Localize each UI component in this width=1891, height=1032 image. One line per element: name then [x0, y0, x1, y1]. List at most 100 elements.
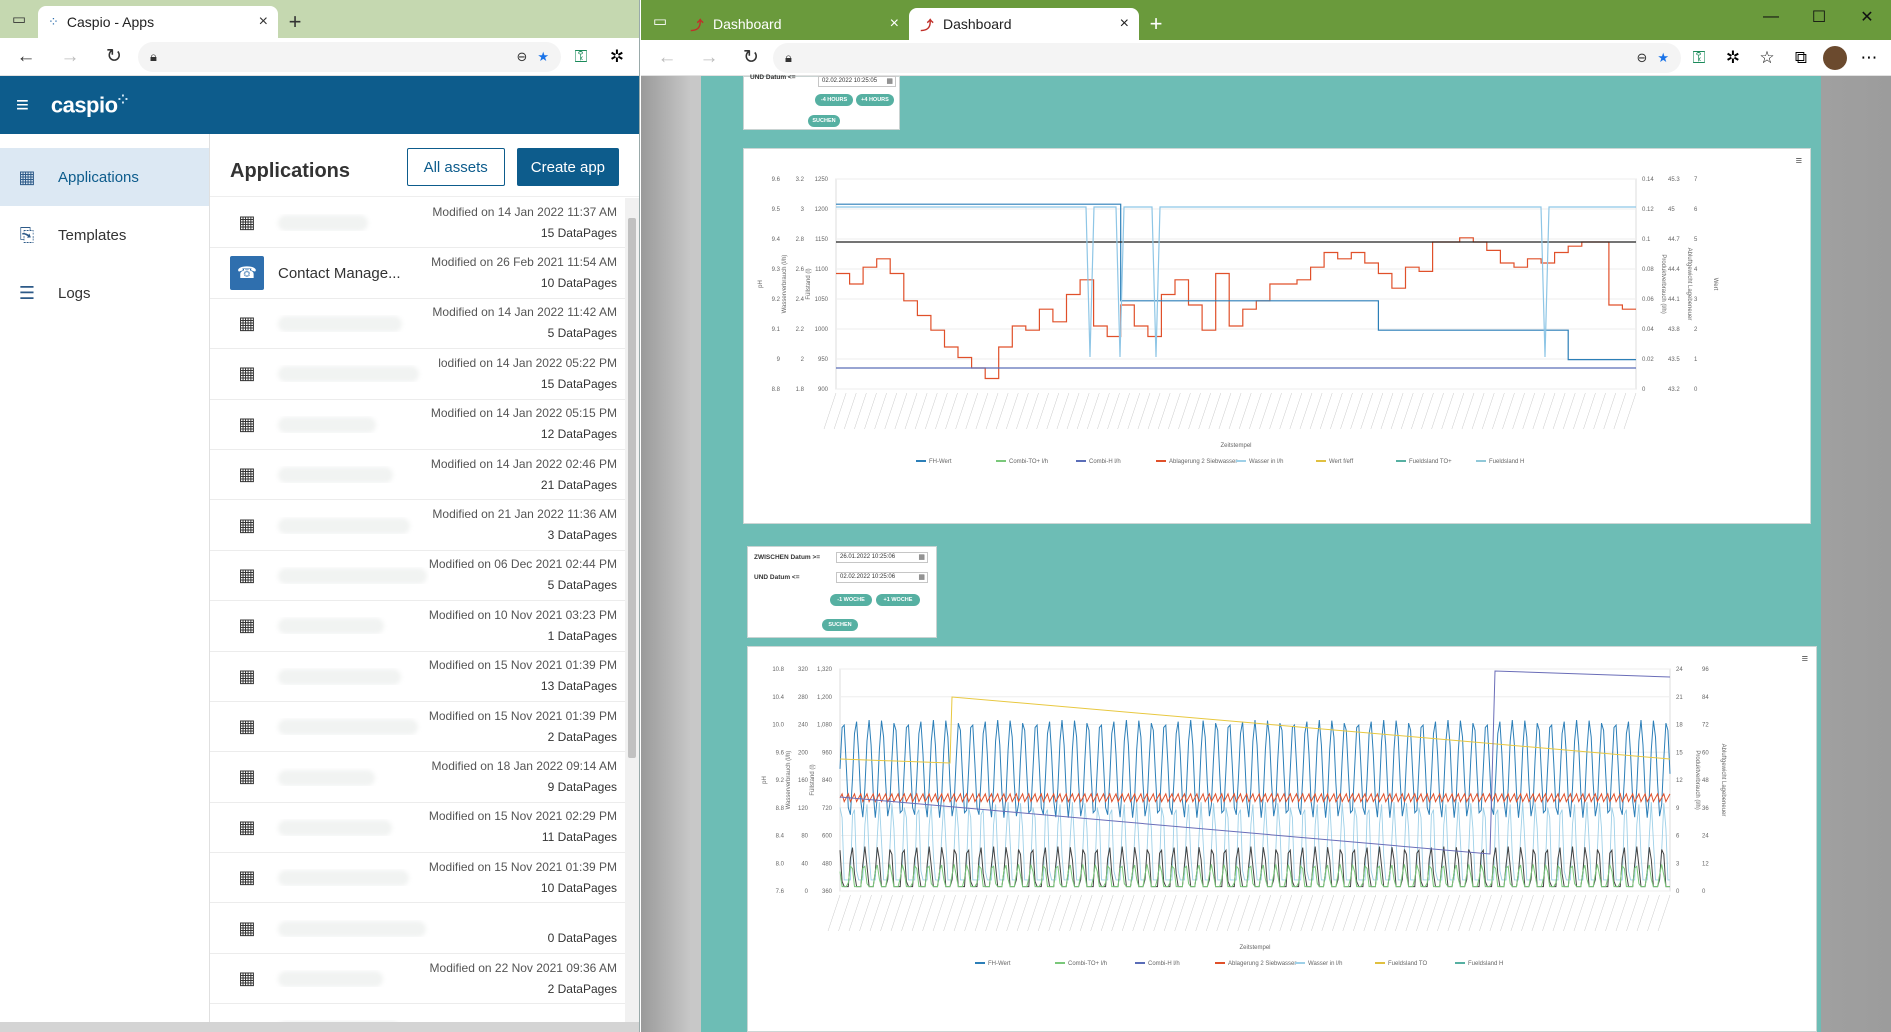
legend-item[interactable]: Fueldsland H	[1476, 459, 1524, 465]
calendar-icon[interactable]: ▦	[918, 573, 925, 582]
hamburger-menu-icon[interactable]: ≡	[16, 92, 29, 118]
list-item[interactable]: ▦ 0 DataPages	[210, 903, 625, 954]
more-menu-icon[interactable]: ⋯	[1853, 43, 1885, 73]
legend-item[interactable]: Wasser in l/h	[1295, 961, 1342, 967]
favorite-star-icon[interactable]: ★	[537, 49, 549, 65]
caspio-logo[interactable]: caspio⁘	[51, 92, 129, 118]
app-name[interactable]	[264, 315, 432, 332]
legend-item[interactable]: Fueldsland TO	[1375, 961, 1427, 967]
list-item[interactable]: ▦ Modified on 14 Jan 2022 11:42 AM 5 DataP…	[210, 299, 625, 350]
app-name[interactable]	[264, 617, 429, 635]
legend-item[interactable]: Wert f/eff	[1316, 459, 1353, 465]
app-name[interactable]	[264, 768, 432, 786]
list-item[interactable]: ☎ Contact Manage... Modified on 26 Feb 202…	[210, 248, 625, 299]
calendar-icon[interactable]: ▦	[918, 553, 925, 562]
refresh-icon[interactable]: ↻	[94, 41, 134, 73]
app-name[interactable]	[264, 668, 429, 685]
tab-close-icon[interactable]: ×	[1120, 15, 1129, 33]
legend-item[interactable]: Combi-H l/h	[1135, 961, 1180, 967]
list-item[interactable]: ▦ Modified on 10 Nov 2021 03:23 PM 1 DataP…	[210, 601, 625, 652]
app-name[interactable]	[264, 718, 429, 736]
legend-item[interactable]: Combi-TO+ l/h	[996, 459, 1048, 465]
zoom-icon[interactable]: ⊖	[516, 49, 527, 65]
app-name[interactable]	[264, 517, 432, 534]
search-button[interactable]: SUCHEN	[822, 619, 858, 631]
legend-item[interactable]: Fueldsland TO+	[1396, 459, 1452, 465]
maximize-icon[interactable]: ☐	[1795, 0, 1843, 34]
und-datum-input[interactable]: 02.02.2022 10:25:06 ▦	[836, 572, 928, 583]
horizontal-scrollbar[interactable]	[0, 1022, 639, 1032]
sidebar-item-templates[interactable]: ⎘ Templates	[0, 206, 209, 264]
list-item[interactable]: ▦ Modified on 06 Dec 2021 02:44 PM 5 DataP…	[210, 551, 625, 602]
list-item[interactable]: ▦ Modified on 14 Jan 2022 05:15 PM 12 Data…	[210, 400, 625, 450]
search-button[interactable]: SUCHEN	[808, 115, 840, 127]
tab-dashboard-1[interactable]: ⤴ Dashboard ×	[679, 8, 909, 40]
minus-1-woche-button[interactable]: -1 WOCHE	[830, 594, 872, 606]
tab-caspio-apps[interactable]: ⁘ Caspio - Apps ×	[38, 6, 278, 38]
sidebar-item-logs[interactable]: ☰ Logs	[0, 264, 209, 322]
url-field[interactable]: 🔒︎ ⊖ ★	[773, 42, 1681, 73]
tab-actions-icon[interactable]: ▭	[641, 2, 679, 40]
favorites-icon[interactable]: ☆	[1751, 43, 1783, 73]
back-icon[interactable]: ←	[647, 42, 687, 74]
minus-4-hours-button[interactable]: -4 HOURS	[815, 94, 853, 106]
app-name[interactable]	[264, 365, 438, 383]
extensions-puzzle-icon[interactable]: ✲	[601, 42, 633, 72]
sidebar-item-applications[interactable]: ▦ Applications	[0, 148, 209, 206]
create-app-button[interactable]: Create app	[516, 148, 619, 186]
app-name[interactable]	[264, 970, 430, 988]
app-name[interactable]	[264, 567, 429, 584]
chart-menu-icon[interactable]: ≡	[1796, 155, 1802, 167]
list-item[interactable]: ▦ Modified on 22 Nov 2021 09:36 AM 2 DataP…	[210, 954, 625, 1005]
minimize-icon[interactable]: —	[1747, 0, 1795, 34]
collections-icon[interactable]: ⧉	[1785, 43, 1817, 73]
extension-key-icon[interactable]: ⚿	[1683, 43, 1715, 73]
legend-item[interactable]: Wasser in l/h	[1236, 459, 1283, 465]
zwischen-datum-input[interactable]: 26.01.2022 10:25:06 ▦	[836, 552, 928, 563]
zoom-icon[interactable]: ⊖	[1636, 50, 1647, 66]
app-name[interactable]	[264, 819, 429, 836]
legend-item[interactable]: Ablagerung 2 Siebwasser	[1156, 459, 1237, 465]
legend-item[interactable]: Combi-H l/h	[1076, 459, 1121, 465]
calendar-icon[interactable]: ▦	[886, 77, 893, 86]
favorite-star-icon[interactable]: ★	[1657, 50, 1669, 66]
tab-dashboard-2[interactable]: ⤴ Dashboard ×	[909, 8, 1139, 40]
list-item[interactable]: ▦ Modified on 15 Nov 2021 02:29 PM 11 Data…	[210, 803, 625, 854]
tab-close-icon[interactable]: ×	[259, 13, 268, 31]
close-window-icon[interactable]: ✕	[1843, 0, 1891, 34]
forward-icon[interactable]: →	[50, 41, 90, 73]
legend-item[interactable]: Combi-TO+ l/h	[1055, 961, 1107, 967]
legend-item[interactable]: FH-Wert	[916, 459, 952, 465]
new-tab-button[interactable]: +	[278, 6, 312, 38]
app-name[interactable]	[264, 869, 429, 887]
list-item[interactable]: ▦ Modified on 15 Nov 2021 01:39 PM 2 DataP…	[210, 702, 625, 753]
app-list-scrollbar[interactable]	[625, 198, 639, 1028]
chart-menu-icon[interactable]: ≡	[1802, 653, 1808, 665]
app-name[interactable]	[264, 920, 548, 937]
app-name[interactable]	[264, 214, 432, 232]
back-icon[interactable]: ←	[6, 41, 46, 73]
und-datum-input[interactable]: 02.02.2022 10:25:05 ▦	[818, 76, 896, 87]
plus-1-woche-button[interactable]: +1 WOCHE	[876, 594, 920, 606]
app-name[interactable]	[264, 466, 431, 484]
plus-4-hours-button[interactable]: +4 HOURS	[856, 94, 894, 106]
forward-icon[interactable]: →	[689, 42, 729, 74]
profile-avatar[interactable]	[1819, 43, 1851, 73]
legend-item[interactable]: Fueldsland H	[1455, 961, 1503, 967]
all-assets-button[interactable]: All assets	[406, 148, 505, 186]
list-item[interactable]: ▦ Modified on 14 Jan 2022 02:46 PM 21 Data…	[210, 450, 625, 501]
list-item[interactable]: ▦ Modified on 21 Jan 2022 11:36 AM 3 DataP…	[210, 500, 625, 551]
app-name[interactable]: Contact Manage...	[264, 265, 431, 282]
tab-close-icon[interactable]: ×	[890, 15, 899, 33]
tab-actions-icon[interactable]: ▭	[0, 0, 38, 38]
refresh-icon[interactable]: ↻	[731, 42, 771, 74]
url-field[interactable]: 🔒︎ ⊖ ★	[138, 41, 561, 72]
list-item[interactable]: ▦ Modified on 14 Jan 2022 11:37 AM 15 Data…	[210, 198, 625, 249]
extensions-puzzle-icon[interactable]: ✲	[1717, 43, 1749, 73]
extension-key-icon[interactable]: ⚿	[565, 42, 597, 72]
new-tab-button[interactable]: +	[1139, 8, 1173, 40]
list-item[interactable]: ▦ Modified on 18 Jan 2022 09:14 AM 9 DataP…	[210, 752, 625, 803]
list-item[interactable]: ▦ Modified on 15 Nov 2021 01:39 PM 10 Data…	[210, 853, 625, 904]
legend-item[interactable]: FH-Wert	[975, 961, 1011, 967]
app-name[interactable]	[264, 416, 431, 433]
